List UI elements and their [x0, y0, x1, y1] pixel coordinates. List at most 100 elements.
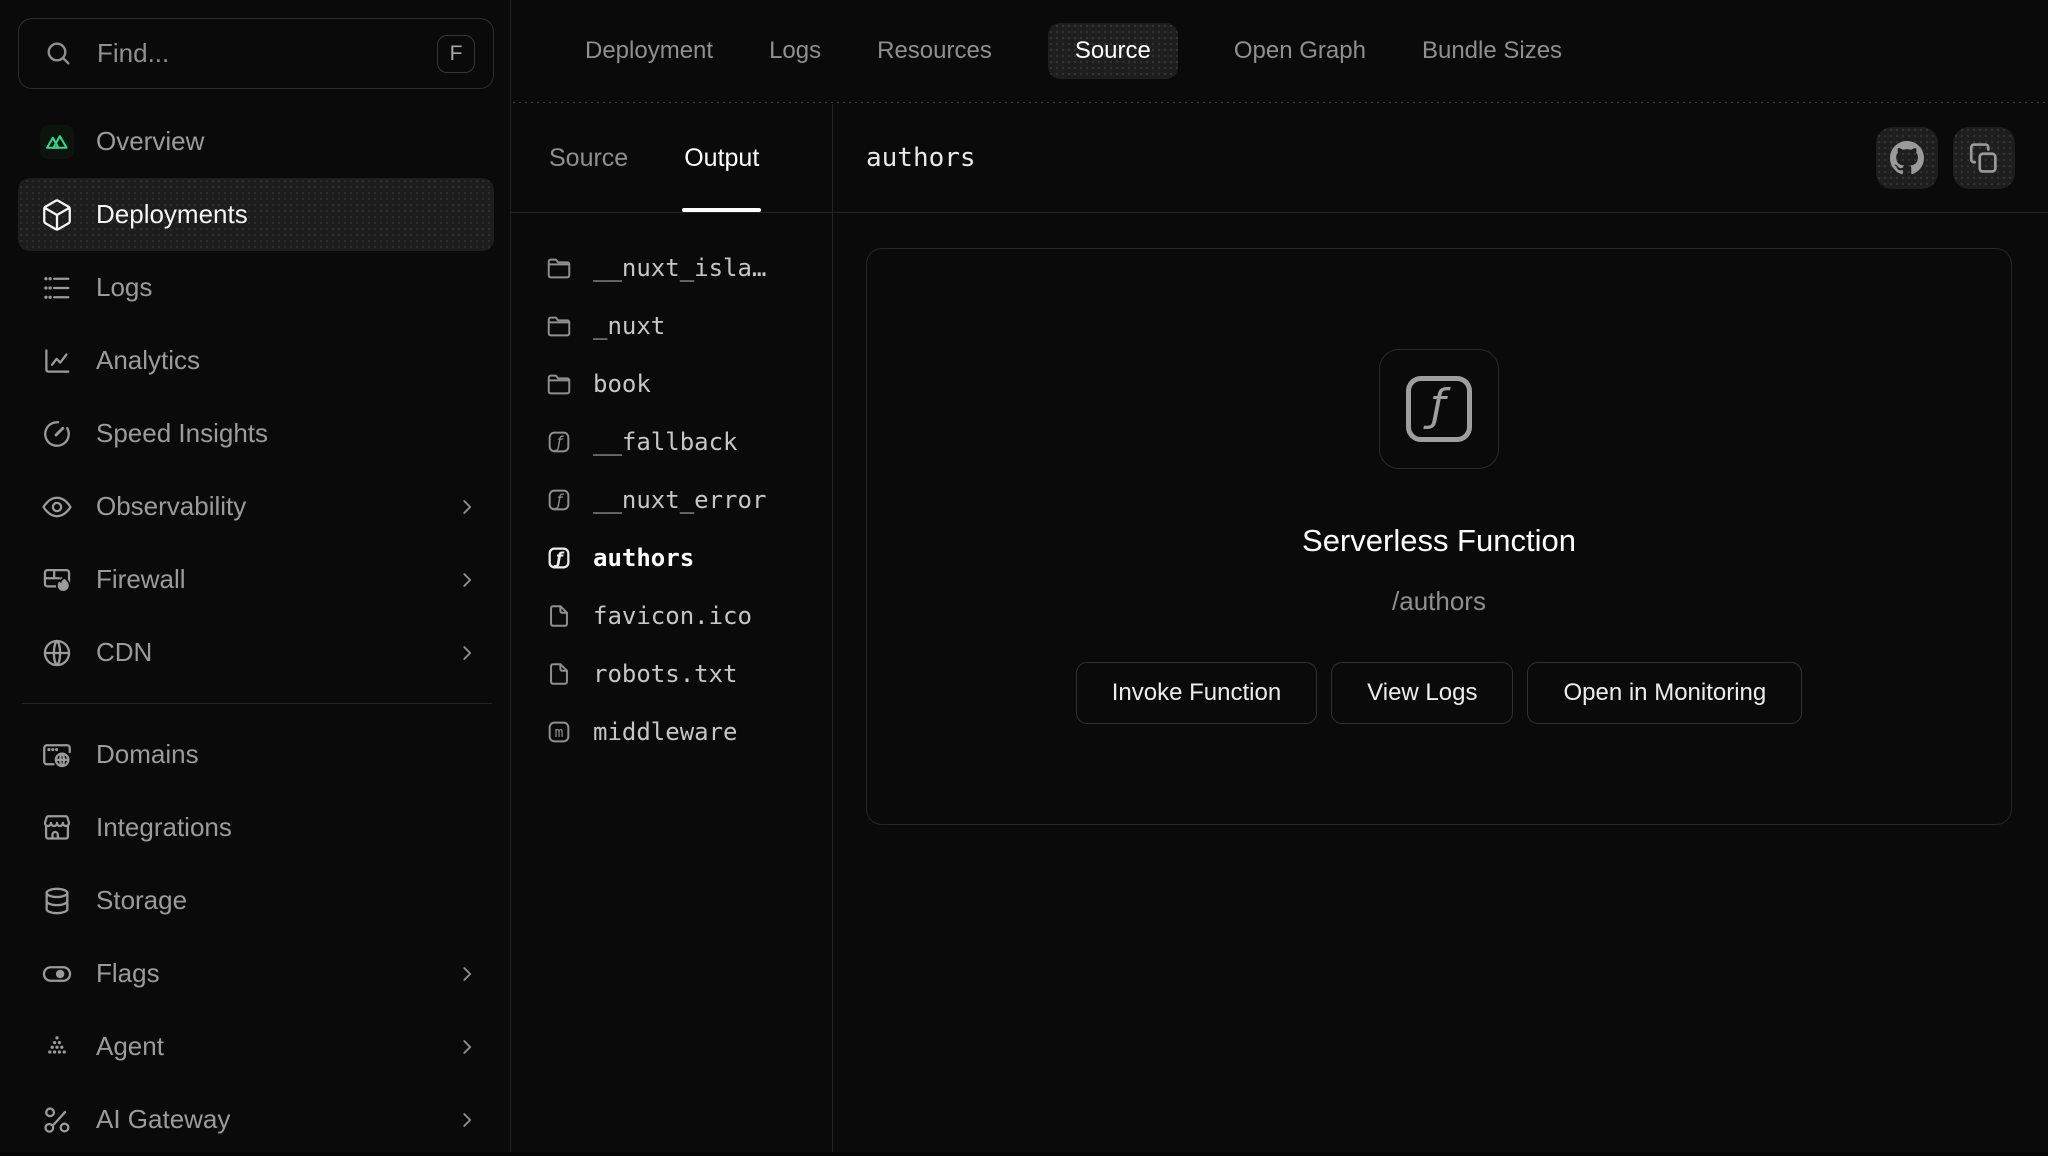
- sidebar-divider: [22, 703, 492, 704]
- agent-dots-icon: [40, 1030, 74, 1064]
- sidebar-item-label: Observability: [96, 491, 246, 522]
- sidebar-item-label: Overview: [96, 126, 204, 157]
- file-name: _nuxt: [593, 312, 665, 340]
- sidebar-item-overview[interactable]: Overview: [18, 105, 494, 178]
- function-file-icon: ƒ: [545, 486, 573, 514]
- file-name: __nuxt_isla…: [593, 254, 766, 282]
- folder-icon: [545, 370, 573, 398]
- file-row-middleware[interactable]: m middleware: [511, 703, 832, 761]
- tab-source-files[interactable]: Source: [549, 104, 628, 212]
- function-file-icon: ƒ: [545, 428, 573, 456]
- sidebar-item-agent[interactable]: Agent: [18, 1010, 494, 1083]
- sidebar-item-firewall[interactable]: Firewall: [18, 543, 494, 616]
- chevron-right-icon: [456, 1109, 478, 1131]
- main-area: Deployment Logs Resources Source Open Gr…: [511, 0, 2048, 1152]
- svg-text:ƒ: ƒ: [553, 548, 565, 567]
- firewall-icon: [40, 563, 74, 597]
- open-in-monitoring-button[interactable]: Open in Monitoring: [1527, 662, 1802, 724]
- sidebar-item-integrations[interactable]: Integrations: [18, 791, 494, 864]
- function-type-label: Serverless Function: [1302, 523, 1576, 559]
- file-name: middleware: [593, 718, 738, 746]
- sidebar-item-label: Integrations: [96, 812, 232, 843]
- file-row-nuxt-error[interactable]: ƒ __nuxt_error: [511, 471, 832, 529]
- file-name: authors: [593, 544, 694, 572]
- source-output-tabs: Source Output: [511, 104, 833, 212]
- tab-resources[interactable]: Resources: [877, 37, 992, 65]
- sidebar-item-label: Flags: [96, 958, 160, 989]
- file-row-nuxt-island[interactable]: __nuxt_isla…: [511, 239, 832, 297]
- serverless-function-icon: ƒ: [1406, 376, 1472, 442]
- sidebar-item-deployments[interactable]: Deployments: [18, 178, 494, 251]
- toggle-icon: [40, 957, 74, 991]
- sidebar-item-storage[interactable]: Storage: [18, 864, 494, 937]
- sidebar-item-speed-insights[interactable]: Speed Insights: [18, 397, 494, 470]
- function-actions: Invoke Function View Logs Open in Monito…: [1076, 662, 1803, 724]
- chevron-right-icon: [456, 569, 478, 591]
- search-placeholder: Find...: [97, 38, 415, 69]
- function-glyph: ƒ: [1430, 384, 1446, 428]
- cube-icon: [40, 198, 74, 232]
- chevron-right-icon: [456, 1036, 478, 1058]
- copy-button[interactable]: [1953, 127, 2015, 189]
- file-name: __nuxt_error: [593, 486, 766, 514]
- sidebar-item-label: Agent: [96, 1031, 164, 1062]
- tab-output-files-label: Output: [684, 144, 759, 173]
- file-name: __fallback: [593, 428, 738, 456]
- tab-logs[interactable]: Logs: [769, 37, 821, 65]
- sidebar-item-observability[interactable]: Observability: [18, 470, 494, 543]
- tab-open-graph[interactable]: Open Graph: [1234, 37, 1366, 65]
- middleware-file-icon: m: [545, 718, 573, 746]
- view-logs-button[interactable]: View Logs: [1331, 662, 1513, 724]
- list-icon: [40, 271, 74, 305]
- file-icon: [545, 602, 573, 630]
- chevron-right-icon: [456, 496, 478, 518]
- search-input[interactable]: Find... F: [18, 18, 494, 89]
- nodes-icon: [40, 1103, 74, 1137]
- file-name: book: [593, 370, 651, 398]
- sidebar-item-domains[interactable]: Domains: [18, 718, 494, 791]
- sidebar-item-analytics[interactable]: Analytics: [18, 324, 494, 397]
- tab-deployment[interactable]: Deployment: [585, 37, 713, 65]
- tab-output-files[interactable]: Output: [684, 104, 759, 212]
- header-actions: [1876, 127, 2015, 189]
- search-shortcut-badge: F: [437, 35, 475, 73]
- globe-icon: [40, 636, 74, 670]
- sidebar-item-label: Speed Insights: [96, 418, 268, 449]
- file-row-robots[interactable]: robots.txt: [511, 645, 832, 703]
- function-card: ƒ Serverless Function /authors Invoke Fu…: [866, 248, 2012, 825]
- file-row-book[interactable]: book: [511, 355, 832, 413]
- tab-source[interactable]: Source: [1048, 23, 1178, 79]
- svg-text:m: m: [555, 724, 564, 741]
- output-file-tree: __nuxt_isla… _nuxt book ƒ __fallba: [511, 213, 833, 1152]
- file-row-nuxt[interactable]: _nuxt: [511, 297, 832, 355]
- sidebar-item-ai-gateway[interactable]: AI Gateway: [18, 1083, 494, 1156]
- file-row-favicon[interactable]: favicon.ico: [511, 587, 832, 645]
- sidebar-item-label: Firewall: [96, 564, 186, 595]
- deployment-tab-bar: Deployment Logs Resources Source Open Gr…: [511, 0, 2048, 101]
- sidebar-item-cdn[interactable]: CDN: [18, 616, 494, 689]
- active-tab-underline: [682, 208, 761, 212]
- storefront-icon: [40, 811, 74, 845]
- search-icon: [43, 38, 75, 70]
- content-panel: ƒ Serverless Function /authors Invoke Fu…: [833, 213, 2048, 1152]
- file-row-fallback[interactable]: ƒ __fallback: [511, 413, 832, 471]
- function-file-icon: ƒ: [545, 544, 573, 572]
- sidebar-item-label: AI Gateway: [96, 1104, 230, 1135]
- database-icon: [40, 884, 74, 918]
- invoke-function-button[interactable]: Invoke Function: [1076, 662, 1317, 724]
- content-header: authors: [833, 104, 2048, 212]
- sidebar-nav: Overview Deployments Logs Analytics: [18, 105, 494, 1156]
- function-icon-tile: ƒ: [1379, 349, 1499, 469]
- file-name: favicon.ico: [593, 602, 752, 630]
- selected-file-title: authors: [866, 143, 976, 173]
- tab-bundle-sizes[interactable]: Bundle Sizes: [1422, 37, 1562, 65]
- sidebar-item-label: CDN: [96, 637, 152, 668]
- file-row-authors[interactable]: ƒ authors: [511, 529, 832, 587]
- github-button[interactable]: [1876, 127, 1938, 189]
- sidebar-item-logs[interactable]: Logs: [18, 251, 494, 324]
- sidebar-item-flags[interactable]: Flags: [18, 937, 494, 1010]
- subheader: Source Output authors: [511, 104, 2048, 213]
- github-icon: [1890, 141, 1924, 175]
- file-name: robots.txt: [593, 660, 738, 688]
- sidebar-item-label: Deployments: [96, 199, 248, 230]
